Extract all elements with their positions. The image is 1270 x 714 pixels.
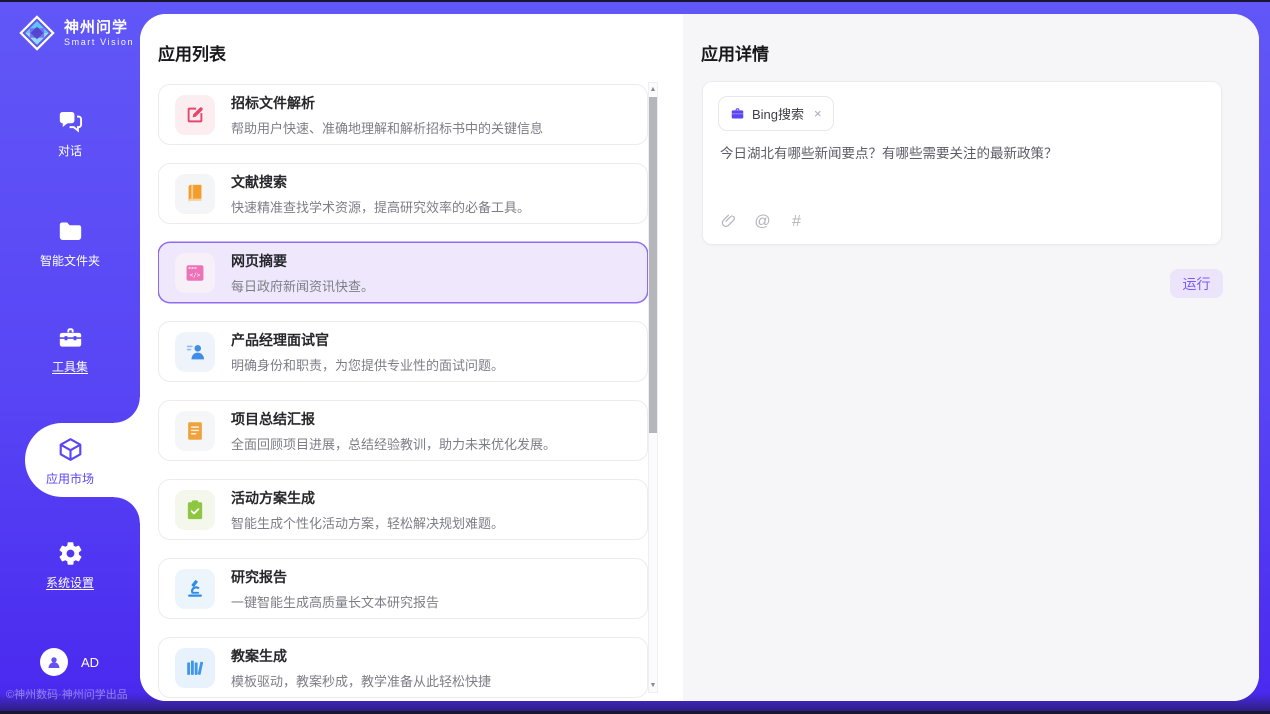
copyright-footer: ©神州数码·神州问学出品 <box>6 686 128 702</box>
sidebar-item-app-market[interactable]: 应用市场 <box>0 436 140 487</box>
clipboard-check-icon <box>175 490 215 530</box>
app-card-title: 项目总结汇报 <box>231 409 556 429</box>
app-card-literature-search[interactable]: 文献搜索快速精准查找学术资源，提高研究效率的必备工具。 <box>158 163 648 224</box>
scroll-up-icon[interactable]: ▲ <box>649 86 657 93</box>
sidebar-item-label: 智能文件夹 <box>40 252 100 269</box>
sidebar-item-settings[interactable]: 系统设置 <box>0 540 140 591</box>
app-card-webpage-summary[interactable]: </> 网页摘要每日政府新闻资讯快查。 <box>158 242 648 303</box>
app-card-desc: 一键智能生成高质量长文本研究报告 <box>231 592 439 611</box>
cube-icon <box>57 436 84 463</box>
app-card-desc: 全面回顾项目进展，总结经验教训，助力未来优化发展。 <box>231 434 556 453</box>
app-card-desc: 帮助用户快速、准确地理解和解析招标书中的关键信息 <box>231 118 543 137</box>
app-card-desc: 模板驱动，教案秒成，教学准备从此轻松快捷 <box>231 671 491 690</box>
chat-icon <box>57 108 84 135</box>
lessonplan-icon <box>175 648 215 688</box>
app-card-desc: 快速精准查找学术资源，提高研究效率的必备工具。 <box>231 197 530 216</box>
scrollbar-thumb[interactable] <box>649 97 657 433</box>
sidebar-item-label: 应用市场 <box>46 470 94 487</box>
window-top-edge <box>0 0 1270 2</box>
sidebar: 神州问学 Smart Vision 对话智能文件夹工具集应用市场系统设置 AD … <box>0 0 140 714</box>
close-icon[interactable]: × <box>814 106 822 121</box>
app-card-title: 研究报告 <box>231 567 439 587</box>
folder-icon <box>57 218 84 245</box>
app-card-title: 活动方案生成 <box>231 488 504 508</box>
hash-icon[interactable]: # <box>788 213 805 230</box>
app-card-list: 招标文件解析帮助用户快速、准确地理解和解析招标书中的关键信息文献搜索快速精准查找… <box>158 84 648 701</box>
scroll-down-icon[interactable]: ▼ <box>649 682 657 689</box>
app-card-desc: 明确身份和职责，为您提供专业性的面试问题。 <box>231 355 504 374</box>
toolbox-icon <box>57 324 84 351</box>
svg-text:</>: </> <box>190 272 201 279</box>
tool-tag-bing-search[interactable]: Bing搜索 × <box>718 96 834 131</box>
app-card-desc: 智能生成个性化活动方案，轻松解决规划难题。 <box>231 513 504 532</box>
at-icon[interactable]: @ <box>754 213 771 230</box>
tool-tag-label: Bing搜索 <box>752 104 804 123</box>
user-account[interactable]: AD <box>40 648 99 676</box>
sidebar-item-label: 系统设置 <box>46 574 94 591</box>
app-card-title: 产品经理面试官 <box>231 330 504 350</box>
sidebar-item-toolset[interactable]: 工具集 <box>0 324 140 375</box>
book-icon <box>175 174 215 214</box>
sidebar-item-label: 对话 <box>58 142 82 159</box>
sidebar-item-chat[interactable]: 对话 <box>0 108 140 159</box>
query-input-card[interactable]: Bing搜索 × 今日湖北有哪些新闻要点？有哪些需要关注的最新政策？ @ # <box>702 81 1222 245</box>
app-card-research-report[interactable]: 研究报告一键智能生成高质量长文本研究报告 <box>158 558 648 619</box>
brand-diamond-icon <box>18 14 56 52</box>
paperclip-icon[interactable] <box>720 213 737 230</box>
webpage-icon: </> <box>175 253 215 293</box>
app-card-lesson-plan[interactable]: 教案生成模板驱动，教案秒成，教学准备从此轻松快捷 <box>158 637 648 698</box>
app-card-title: 文献搜索 <box>231 172 530 192</box>
app-list-panel: 应用列表 招标文件解析帮助用户快速、准确地理解和解析招标书中的关键信息文献搜索快… <box>140 14 683 701</box>
brand-subtitle: Smart Vision <box>64 37 134 47</box>
app-detail-title: 应用详情 <box>701 40 769 65</box>
app-card-project-summary[interactable]: 项目总结汇报全面回顾项目进展，总结经验教训，助力未来优化发展。 <box>158 400 648 461</box>
user-name: AD <box>81 655 99 670</box>
edit-icon <box>175 95 215 135</box>
app-logo: 神州问学 Smart Vision <box>18 14 134 52</box>
note-icon <box>175 411 215 451</box>
briefcase-icon <box>730 106 745 121</box>
research-icon <box>175 569 215 609</box>
app-card-pm-interviewer[interactable]: 产品经理面试官明确身份和职责，为您提供专业性的面试问题。 <box>158 321 648 382</box>
app-detail-panel: 应用详情 Bing搜索 × 今日湖北有哪些新闻要点？有哪些需要关注的最新政策？ … <box>683 14 1259 701</box>
run-button[interactable]: 运行 <box>1170 269 1223 298</box>
app-card-event-plan[interactable]: 活动方案生成智能生成个性化活动方案，轻松解决规划难题。 <box>158 479 648 540</box>
gear-icon <box>57 540 84 567</box>
app-card-title: 招标文件解析 <box>231 93 543 113</box>
content-area: 应用列表 招标文件解析帮助用户快速、准确地理解和解析招标书中的关键信息文献搜索快… <box>140 14 1259 701</box>
app-card-bid-analysis[interactable]: 招标文件解析帮助用户快速、准确地理解和解析招标书中的关键信息 <box>158 84 648 145</box>
app-list-title: 应用列表 <box>158 40 226 65</box>
query-text[interactable]: 今日湖北有哪些新闻要点？有哪些需要关注的最新政策？ <box>720 144 1204 164</box>
brand-name: 神州问学 <box>64 19 134 37</box>
app-card-title: 教案生成 <box>231 646 491 666</box>
sidebar-item-smart-folder[interactable]: 智能文件夹 <box>0 218 140 269</box>
app-card-title: 网页摘要 <box>231 251 374 271</box>
interviewer-icon <box>175 332 215 372</box>
avatar[interactable] <box>40 648 68 676</box>
app-card-desc: 每日政府新闻资讯快查。 <box>231 276 374 295</box>
input-toolbar: @ # <box>720 213 805 230</box>
sidebar-item-label: 工具集 <box>52 358 88 375</box>
app-list-scrollbar[interactable]: ▲ ▼ <box>648 82 658 693</box>
